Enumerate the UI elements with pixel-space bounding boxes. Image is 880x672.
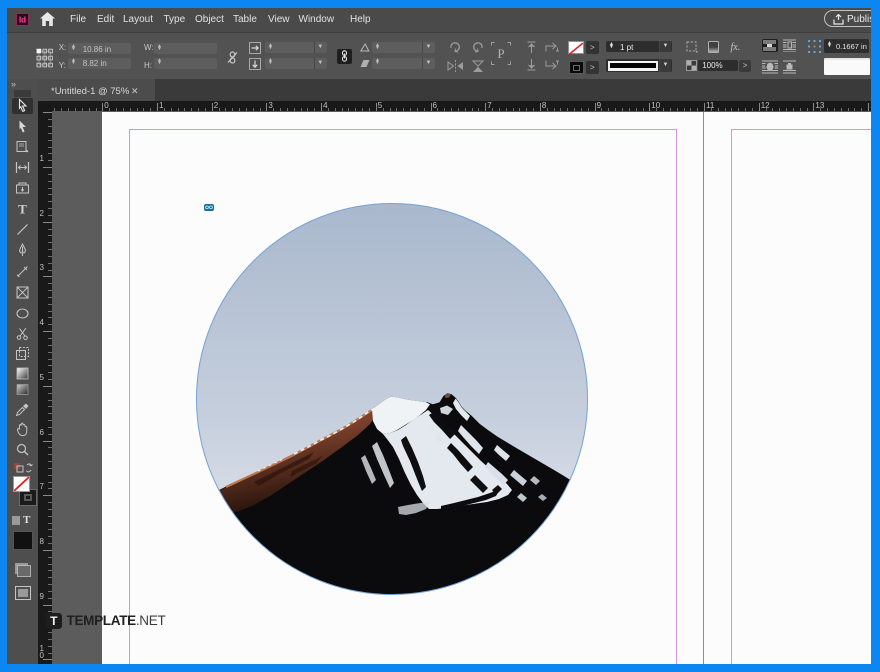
svg-text:P: P xyxy=(498,46,505,61)
svg-text:T: T xyxy=(18,202,27,217)
svg-text:Id: Id xyxy=(19,16,26,25)
